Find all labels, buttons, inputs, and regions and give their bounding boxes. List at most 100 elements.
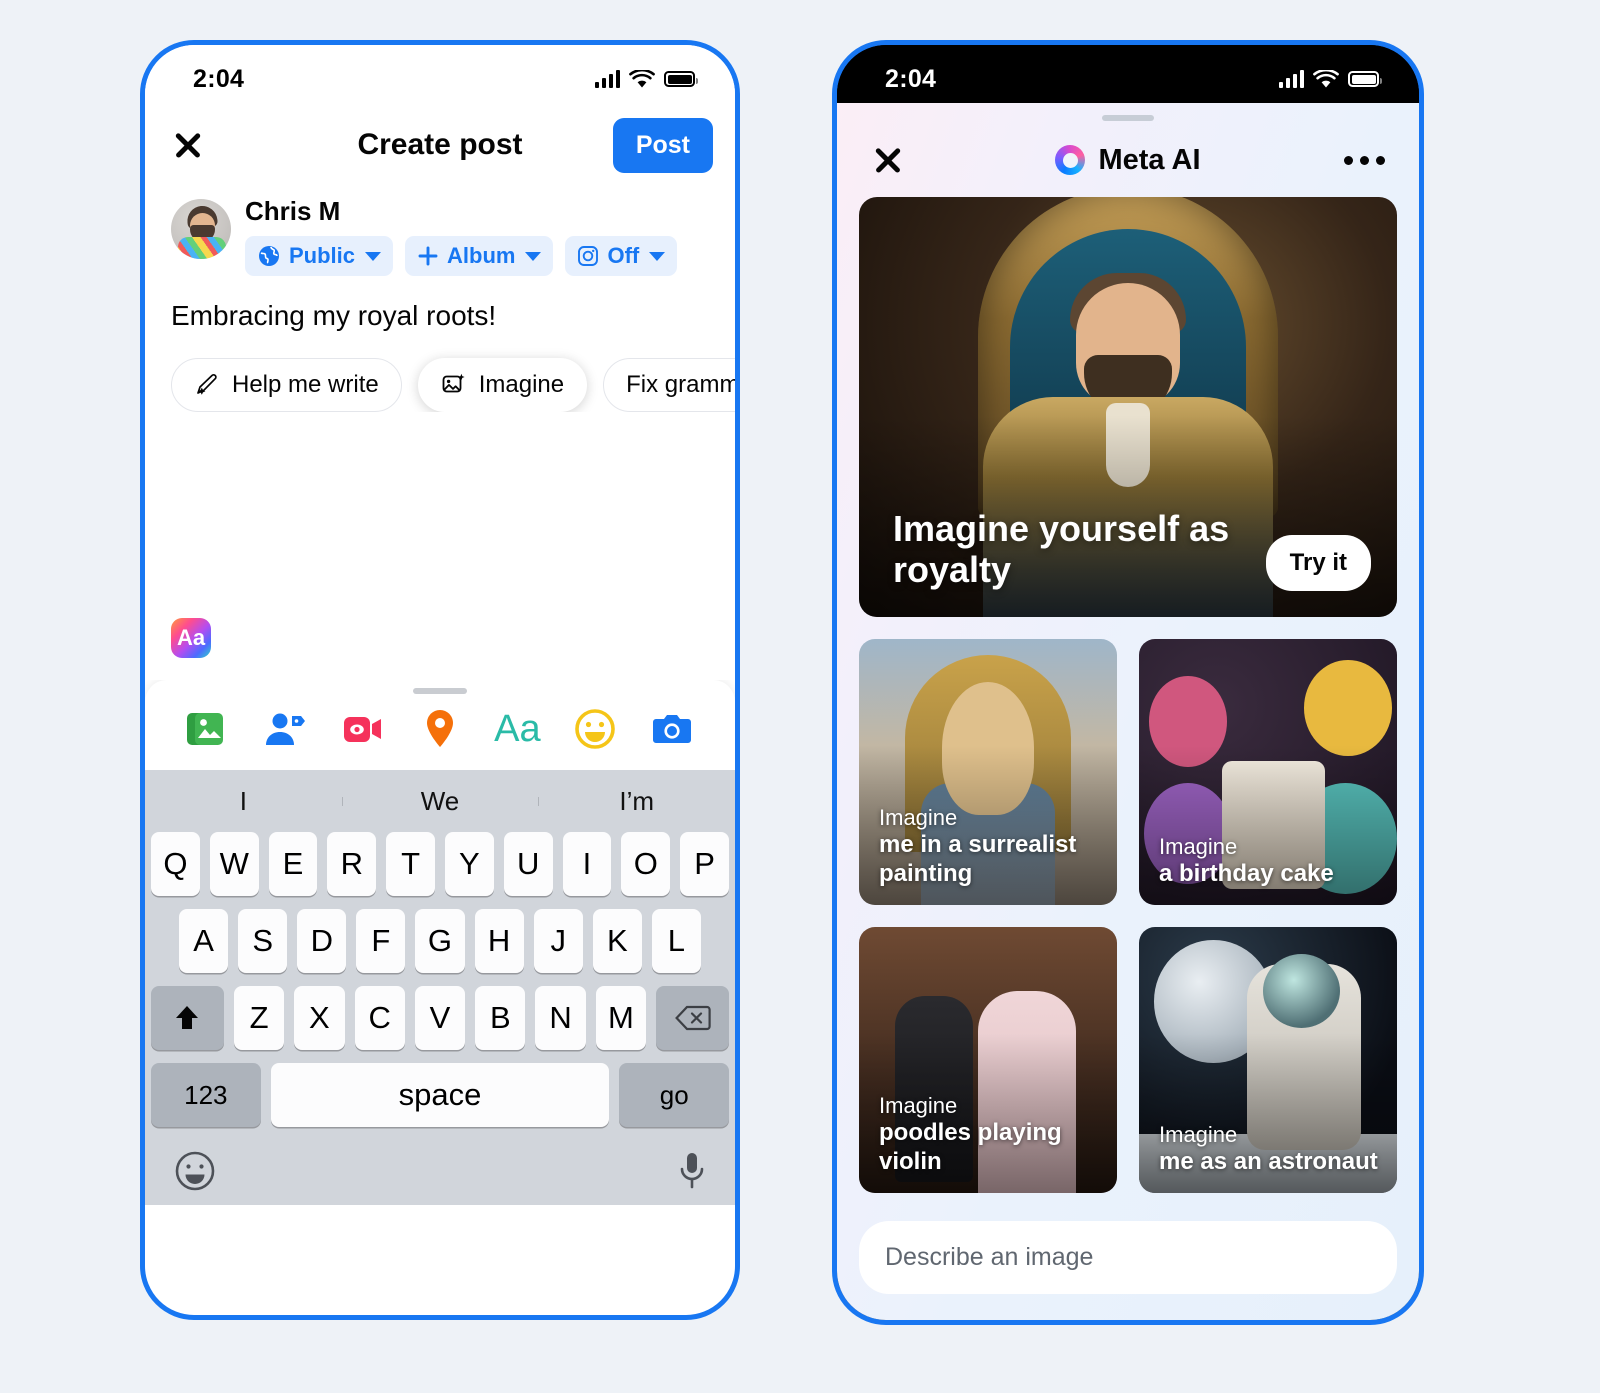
space-key[interactable]: space bbox=[270, 1063, 610, 1127]
ai-chips-row[interactable]: Help me write Imagine Fix grammar In bbox=[145, 332, 735, 412]
imagine-suggestion-grid: Imagine me in a surrealist painting Imag… bbox=[859, 639, 1397, 1193]
suggestion-card-birthday-cake[interactable]: Imagine a birthday cake bbox=[1139, 639, 1397, 905]
keyboard-row-3: Z X C V B N M bbox=[145, 986, 735, 1050]
key-g[interactable]: G bbox=[415, 909, 465, 973]
meta-ai-sheet: Meta AI Imagine yourself as royalty Try … bbox=[837, 103, 1419, 1320]
describe-image-input[interactable] bbox=[859, 1221, 1397, 1294]
key-n[interactable]: N bbox=[535, 986, 586, 1050]
close-icon[interactable] bbox=[171, 128, 205, 162]
page-title: Meta AI bbox=[1098, 143, 1201, 176]
ai-chip-fix-grammar[interactable]: Fix grammar bbox=[603, 358, 735, 412]
image-sparkle-icon bbox=[442, 373, 465, 393]
describe-image-input-wrap bbox=[837, 1201, 1419, 1320]
prediction-bar: I We I’m bbox=[145, 770, 735, 832]
prediction-2[interactable]: I’m bbox=[538, 786, 735, 817]
toolbar-item-text-style[interactable]: Aa bbox=[479, 704, 556, 754]
post-button[interactable]: Post bbox=[612, 117, 713, 173]
camera-icon bbox=[653, 715, 692, 743]
composer: Chris M Public Album Off Embracing my ro… bbox=[145, 187, 735, 332]
toolbar-item-live-video[interactable] bbox=[324, 704, 401, 754]
toolbar-item-location[interactable] bbox=[401, 704, 478, 754]
microphone-icon[interactable] bbox=[677, 1149, 707, 1193]
ai-chip-label: Help me write bbox=[232, 371, 379, 398]
card-caption: Imagine me in a surrealist painting bbox=[879, 805, 1103, 889]
more-options-icon[interactable] bbox=[1344, 155, 1385, 165]
emoji-icon bbox=[575, 709, 615, 749]
avatar[interactable] bbox=[171, 199, 231, 259]
key-l[interactable]: L bbox=[651, 909, 701, 973]
toolbar-item-emoji[interactable] bbox=[556, 704, 633, 754]
backspace-key[interactable] bbox=[656, 986, 729, 1050]
instagram-icon bbox=[578, 246, 599, 266]
user-row: Chris M Public Album Off bbox=[171, 187, 709, 276]
key-d[interactable]: D bbox=[297, 909, 347, 973]
create-post-header: Create post Post bbox=[145, 103, 735, 187]
phone-left-create-post: 2:04 Create post Post Chris M Public Alb… bbox=[140, 40, 740, 1320]
key-b[interactable]: B bbox=[475, 986, 526, 1050]
suggestion-card-surrealist-painting[interactable]: Imagine me in a surrealist painting bbox=[859, 639, 1117, 905]
key-j[interactable]: J bbox=[533, 909, 583, 973]
go-key[interactable]: go bbox=[619, 1063, 729, 1127]
prediction-0[interactable]: I bbox=[145, 786, 342, 817]
audience-pill-row: Public Album Off bbox=[245, 236, 678, 276]
ai-chip-imagine[interactable]: Imagine bbox=[417, 358, 588, 412]
status-time: 2:04 bbox=[885, 64, 937, 93]
key-h[interactable]: H bbox=[474, 909, 524, 973]
meta-ai-ring-icon bbox=[1055, 145, 1086, 175]
text-style-badge[interactable]: Aa bbox=[171, 618, 211, 658]
key-t[interactable]: T bbox=[386, 832, 435, 896]
toolbar-item-tag-people[interactable] bbox=[246, 704, 323, 754]
key-k[interactable]: K bbox=[592, 909, 642, 973]
hero-title: Imagine yourself as royalty bbox=[893, 507, 1230, 591]
key-o[interactable]: O bbox=[621, 832, 671, 896]
card-caption: Imagine me as an astronaut bbox=[1159, 1122, 1383, 1177]
key-z[interactable]: Z bbox=[233, 986, 285, 1050]
key-w[interactable]: W bbox=[209, 832, 259, 896]
ai-chip-label: Fix grammar bbox=[626, 371, 735, 398]
suggestion-card-astronaut[interactable]: Imagine me as an astronaut bbox=[1139, 927, 1397, 1193]
audience-pill-album[interactable]: Album bbox=[405, 236, 554, 276]
status-indicators bbox=[1278, 69, 1382, 89]
key-q[interactable]: Q bbox=[151, 832, 200, 896]
composer-empty-area[interactable]: Aa bbox=[145, 412, 735, 680]
wifi-icon bbox=[1313, 69, 1339, 87]
card-caption-prefix: Imagine bbox=[1159, 1121, 1238, 1147]
ios-keyboard[interactable]: I We I’m Q W E R T Y U I O P A S D F G H… bbox=[145, 770, 735, 1205]
drag-handle[interactable] bbox=[413, 688, 467, 694]
cellular-bars-icon bbox=[594, 70, 620, 88]
post-text[interactable]: Embracing my royal roots! bbox=[171, 276, 709, 332]
key-m[interactable]: M bbox=[595, 986, 647, 1050]
meta-ai-header: Meta AI bbox=[837, 121, 1419, 197]
toolbar-item-photos[interactable] bbox=[169, 704, 246, 754]
card-caption-prompt: me as an astronaut bbox=[1159, 1148, 1378, 1176]
ai-chip-help-me-write[interactable]: Help me write bbox=[171, 358, 402, 412]
user-meta: Chris M Public Album Off bbox=[245, 193, 678, 276]
emoji-keyboard-icon[interactable] bbox=[173, 1149, 217, 1193]
ai-chip-label: Imagine bbox=[478, 371, 565, 398]
audience-pill-label: Off bbox=[607, 243, 640, 268]
numbers-key[interactable]: 123 bbox=[151, 1063, 261, 1127]
toolbar-item-camera[interactable] bbox=[634, 704, 711, 754]
key-r[interactable]: R bbox=[327, 832, 377, 896]
key-x[interactable]: X bbox=[294, 986, 345, 1050]
key-v[interactable]: V bbox=[414, 986, 466, 1050]
hero-card-imagine-royalty[interactable]: Imagine yourself as royalty Try it bbox=[859, 197, 1397, 617]
key-u[interactable]: U bbox=[503, 832, 553, 896]
chevron-down-icon bbox=[649, 251, 666, 261]
key-a[interactable]: A bbox=[179, 909, 229, 973]
key-s[interactable]: S bbox=[238, 909, 288, 973]
prediction-1[interactable]: We bbox=[341, 786, 539, 817]
key-e[interactable]: E bbox=[268, 832, 318, 896]
try-it-button[interactable]: Try it bbox=[1265, 535, 1371, 591]
key-y[interactable]: Y bbox=[445, 832, 494, 896]
shift-key[interactable] bbox=[151, 986, 224, 1050]
status-time: 2:04 bbox=[193, 64, 245, 93]
key-f[interactable]: F bbox=[356, 909, 406, 973]
key-i[interactable]: I bbox=[562, 832, 612, 896]
suggestion-card-poodles-violin[interactable]: Imagine poodles playing violin bbox=[859, 927, 1117, 1193]
key-c[interactable]: C bbox=[354, 986, 405, 1050]
key-p[interactable]: P bbox=[680, 832, 729, 896]
audience-pill-instagram-off[interactable]: Off bbox=[565, 236, 678, 276]
audience-pill-public[interactable]: Public bbox=[245, 236, 394, 276]
card-caption-prefix: Imagine bbox=[1159, 833, 1238, 859]
